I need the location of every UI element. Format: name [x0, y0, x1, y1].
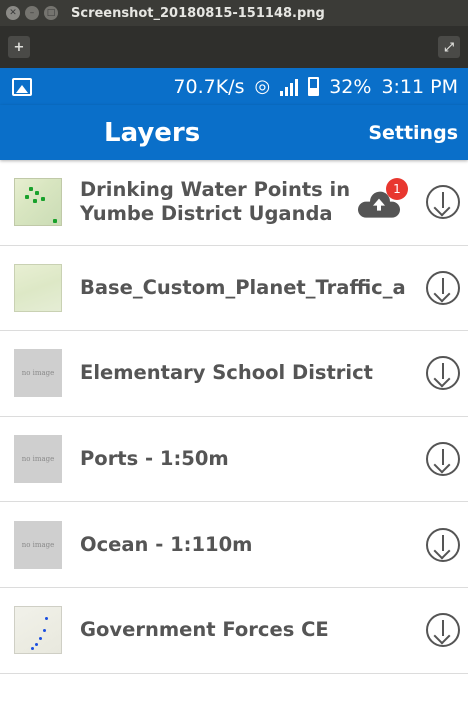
network-speed: 70.7K/s	[173, 75, 245, 98]
download-icon[interactable]	[426, 442, 460, 477]
layer-name: Ports - 1:50m	[80, 447, 229, 471]
minimize-window-button[interactable]: –	[25, 6, 39, 20]
battery-percent: 32%	[329, 75, 372, 98]
expand-icon[interactable]: ⤢	[438, 36, 460, 58]
download-icon[interactable]	[426, 185, 460, 220]
download-icon[interactable]	[426, 356, 460, 391]
no-image-thumbnail: no image	[14, 435, 62, 484]
layer-row[interactable]: no image Ports - 1:50m	[0, 417, 468, 503]
layer-name: Elementary School District	[80, 361, 373, 385]
layer-name: Government Forces CE	[80, 618, 329, 642]
layer-row[interactable]: Drinking Water Points in Yumbe District …	[0, 160, 468, 246]
layer-row[interactable]: Base_Custom_Planet_Traffic_a	[0, 246, 468, 332]
app-bar: Layers Settings	[0, 105, 468, 160]
layer-name: Drinking Water Points in Yumbe District …	[80, 178, 351, 226]
hotspot-icon: ◎	[254, 76, 271, 97]
close-window-button[interactable]: ✕	[6, 6, 20, 20]
no-image-thumbnail: no image	[14, 520, 62, 569]
layer-row[interactable]: Government Forces CE	[0, 588, 468, 674]
layer-thumbnail	[14, 263, 62, 312]
window-title: Screenshot_20180815-151148.png	[71, 5, 325, 21]
no-image-thumbnail: no image	[14, 349, 62, 398]
page-title: Layers	[104, 118, 201, 148]
layer-row[interactable]: no image Elementary School District	[0, 331, 468, 417]
notification-badge: 1	[386, 178, 408, 200]
settings-button[interactable]: Settings	[368, 122, 458, 144]
layer-name: Ocean - 1:110m	[80, 532, 253, 556]
signal-icon	[280, 78, 299, 96]
battery-icon	[308, 77, 320, 96]
download-icon[interactable]	[426, 613, 460, 648]
layer-name: Base_Custom_Planet_Traffic_a	[80, 275, 406, 299]
clock: 3:11 PM	[381, 75, 458, 98]
download-icon[interactable]	[426, 527, 460, 562]
status-bar: 70.7K/s ◎ 32% 3:11 PM	[0, 68, 468, 105]
image-icon	[12, 77, 32, 96]
layer-thumbnail	[14, 606, 62, 655]
layer-thumbnail	[14, 178, 62, 227]
layer-row[interactable]: no image Ocean - 1:110m	[0, 502, 468, 588]
download-icon[interactable]	[426, 270, 460, 305]
layer-list: Drinking Water Points in Yumbe District …	[0, 160, 468, 674]
viewer-toolbar: + ⤢	[0, 26, 468, 68]
new-icon[interactable]: +	[8, 36, 30, 58]
window-titlebar: ✕ – □ Screenshot_20180815-151148.png	[0, 0, 468, 26]
maximize-window-button[interactable]: □	[44, 6, 58, 20]
